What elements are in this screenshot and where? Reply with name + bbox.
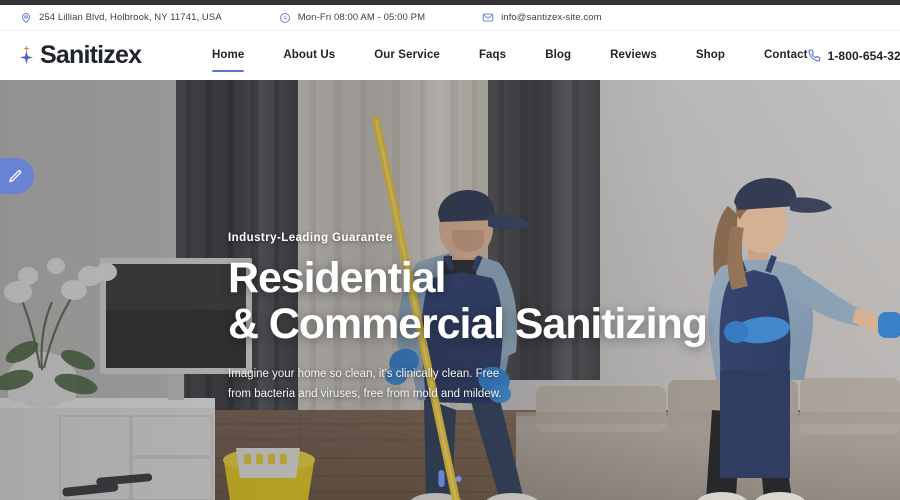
location-pin-icon (20, 12, 32, 24)
logo-sparkles (20, 44, 38, 68)
topbar-address: 254 Lillian Blvd, Holbrook, NY 11741, US… (20, 12, 222, 24)
topbar-hours: Mon-Fri 08:00 AM - 05:00 PM (279, 12, 425, 24)
topbar-email[interactable]: info@santizex-site.com (482, 12, 602, 24)
phone-icon (807, 49, 821, 62)
sparkle-blue-icon (20, 50, 33, 64)
topbar-hours-text: Mon-Fri 08:00 AM - 05:00 PM (297, 12, 426, 23)
hero-content: Industry-Leading Guarantee Residential &… (228, 232, 748, 404)
hero-title-line-2: & Commercial Sanitizing (228, 300, 708, 349)
nav-item-faqs[interactable]: Faqs (479, 33, 506, 78)
hero-subtitle: Imagine your home so clean, it's clinica… (228, 367, 502, 400)
nav-item-about-us[interactable]: About Us (283, 33, 335, 78)
logo-text: Sanitizex (40, 41, 142, 69)
hero-carousel-indicators (438, 470, 462, 487)
carousel-dot-2[interactable] (455, 475, 462, 482)
nav-item-blog[interactable]: Blog (545, 33, 571, 78)
hero-kicker: Industry-Leading Guarantee (228, 232, 394, 244)
main-navigation: Home About Us Our Service Faqs Blog Revi… (192, 33, 808, 78)
nav-item-reviews[interactable]: Reviews (610, 33, 657, 78)
top-info-bar: 254 Lillian Blvd, Holbrook, NY 11741, US… (0, 5, 900, 31)
hero-title-line-1: Residential (228, 254, 446, 302)
hero-title: Residential & Commercial Sanitizing (228, 255, 748, 348)
header-phone[interactable]: 1-800-654-3210 (807, 48, 900, 63)
clock-icon (279, 12, 291, 24)
nav-item-shop[interactable]: Shop (696, 33, 725, 78)
site-logo[interactable]: Sanitizex (20, 43, 192, 68)
envelope-icon (482, 12, 494, 24)
header-phone-number: 1-800-654-3210 (827, 48, 900, 63)
site-header: Sanitizex Home About Us Our Service Faqs… (0, 31, 900, 80)
carousel-dot-1[interactable] (438, 470, 445, 487)
hero-section: Industry-Leading Guarantee Residential &… (0, 80, 900, 500)
nav-item-home[interactable]: Home (212, 33, 245, 78)
topbar-email-text: info@santizex-site.com (501, 12, 602, 23)
nav-item-our-service[interactable]: Our Service (374, 33, 440, 78)
topbar-address-text: 254 Lillian Blvd, Holbrook, NY 11741, US… (39, 12, 222, 23)
nav-item-contact[interactable]: Contact (764, 33, 808, 78)
